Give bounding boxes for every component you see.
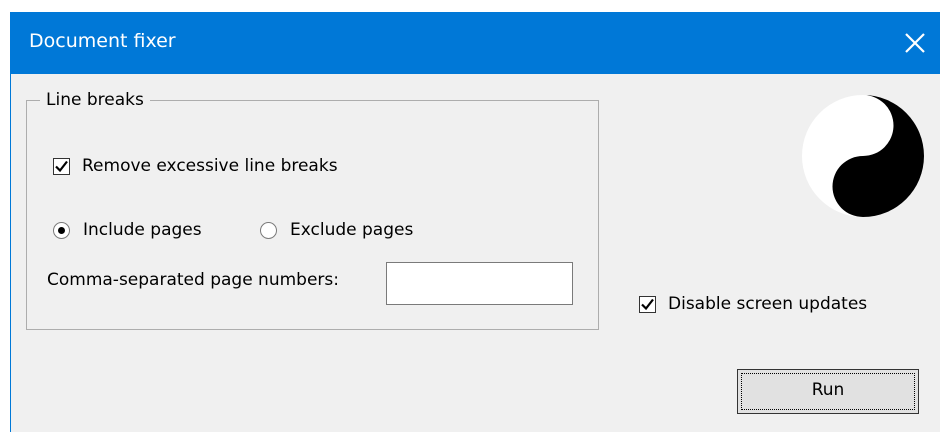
exclude-pages-label: Exclude pages (290, 220, 414, 240)
page-numbers-input[interactable] (386, 262, 573, 305)
close-icon[interactable] (897, 25, 933, 61)
run-button[interactable]: Run (737, 369, 919, 414)
checkmark-icon (55, 160, 68, 173)
radio-selected-dot (58, 227, 65, 234)
group-legend: Line breaks (40, 89, 150, 111)
page-numbers-label: Comma-separated page numbers: (47, 270, 339, 290)
remove-breaks-checkbox[interactable] (53, 158, 70, 175)
disable-updates-checkbox[interactable] (639, 296, 656, 313)
checkmark-icon (641, 298, 654, 311)
title-bar: Document fixer (11, 12, 940, 74)
run-button-label: Run (811, 380, 845, 400)
include-pages-radio[interactable] (53, 222, 70, 239)
include-pages-label: Include pages (83, 220, 202, 240)
disable-updates-label: Disable screen updates (668, 294, 868, 314)
window-title: Document fixer (29, 30, 176, 52)
remove-breaks-label: Remove excessive line breaks (82, 156, 338, 176)
dialog-window: Document fixer Line breaks Remove excess… (10, 12, 940, 432)
exclude-pages-radio[interactable] (260, 222, 277, 239)
yin-yang-icon (799, 92, 927, 220)
